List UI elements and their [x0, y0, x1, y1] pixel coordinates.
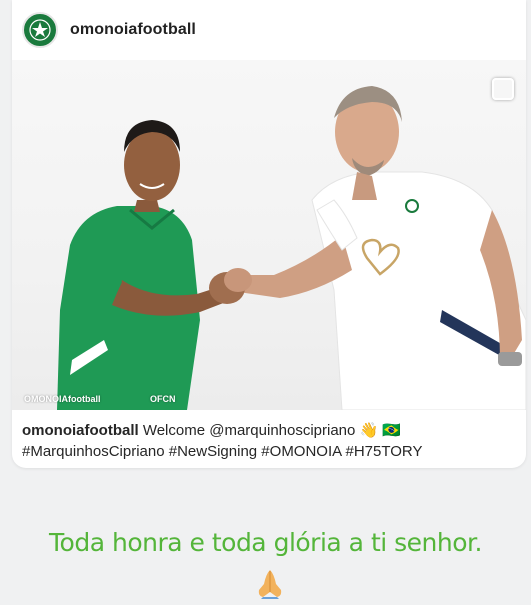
avatar[interactable]: [22, 12, 58, 48]
instagram-post-card: omonoiafootball OMONOIAfootball OFCN omo…: [12, 0, 526, 468]
handshake-photo: [57, 86, 526, 410]
photo-watermark-social: OFCN: [150, 394, 176, 404]
caption-text-line1: Welcome @marquinhoscipriano 👋 🇧🇷: [142, 422, 402, 439]
post-username[interactable]: omonoiafootball: [70, 21, 196, 39]
caption-username[interactable]: omonoiafootball: [22, 422, 139, 439]
omonoia-crest-icon: [27, 17, 53, 43]
caption-hashtags[interactable]: #MarquinhosCipriano #NewSigning #OMONOIA…: [22, 443, 422, 460]
post-caption: omonoiafootball Welcome @marquinhoscipri…: [22, 420, 516, 462]
overlay-text: Toda honra e toda glória a ti senhor.: [49, 528, 482, 557]
photo-watermark: OMONOIAfootball: [24, 394, 101, 404]
select-checkbox[interactable]: [492, 78, 514, 100]
post-photo[interactable]: OMONOIAfootball OFCN: [12, 60, 526, 410]
post-header: omonoiafootball: [12, 0, 526, 60]
folded-hands-icon: [253, 566, 287, 600]
